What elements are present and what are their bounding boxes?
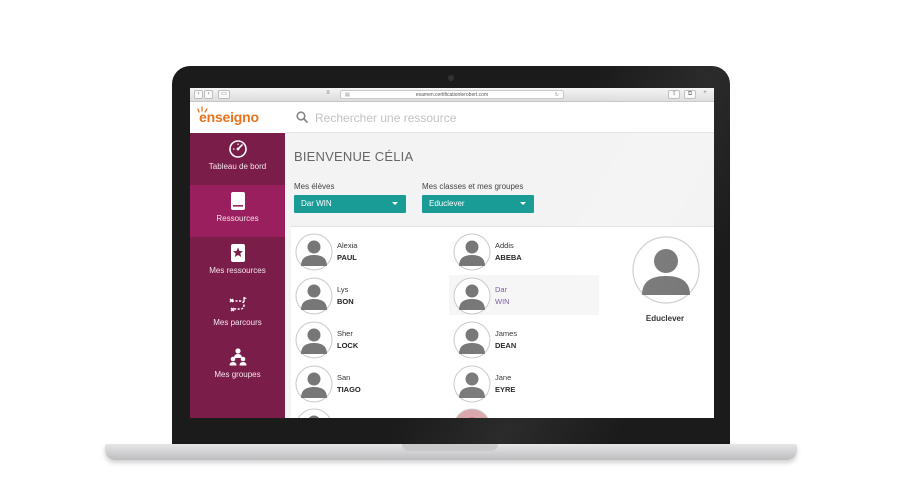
student-card[interactable]: Sher LOCK [291,319,441,359]
sidebar-item-label: Tableau de bord [208,162,267,171]
avatar-photo-icon [455,408,489,418]
avatar-placeholder-icon [453,277,491,315]
caret-down-icon [520,202,526,205]
search-input[interactable] [315,109,695,126]
sidebar-item-mes-parcours[interactable]: Mes parcours [190,289,285,341]
address-bar[interactable]: ▤ examen.certificationlerobert.com ↻ [340,90,564,99]
route-icon [229,297,247,312]
forward-arrow-icon[interactable]: › [204,90,213,99]
share-icon[interactable]: ⇧ [668,90,680,99]
tabs-icon[interactable]: ⧉ [684,90,696,99]
student-last-name: BON [337,297,354,306]
student-last-name: LOCK [337,341,359,350]
student-card[interactable]: Jane EYRE [449,363,599,403]
student-last-name: EYRE [495,385,516,394]
group-name: Educlever [645,314,685,323]
student-last-name: TIAGO [337,385,361,394]
group-panel[interactable]: Educlever [616,226,714,418]
sidebar: enseigno Tableau de bord Ressources Mes … [190,102,285,418]
screen: ‹ › ▭ ≡ ▤ examen.certificationlerobert.c… [190,88,714,418]
back-arrow-icon[interactable]: ‹ [194,90,203,99]
search-icon[interactable] [296,111,308,123]
group-icon [229,348,246,366]
sidebar-item-ressources[interactable]: Ressources [190,185,285,237]
student-card[interactable]: San TIAGO [291,363,441,403]
url-text: examen.certificationlerobert.com [415,92,489,98]
reload-icon[interactable]: ↻ [555,91,559,99]
student-first-name: James [495,329,518,338]
logo: enseigno [199,109,259,125]
logo-area[interactable]: enseigno [190,102,285,133]
main-content: BIENVENUE CÉLIA Mes élèves Dar WIN Mes c… [285,133,714,418]
students-select-value: Dar WIN [301,199,332,208]
avatar-placeholder-icon [295,365,333,403]
student-first-name: Dar [495,285,508,294]
classes-select-value: Educlever [429,199,465,208]
student-card[interactable]: Addis ABEBA [449,231,599,271]
sidebar-item-mes-groupes[interactable]: Mes groupes [190,341,285,393]
avatar-placeholder-icon [453,233,491,271]
avatar-placeholder-icon [295,233,333,271]
student-first-name: Addis [495,241,514,250]
avatar-placeholder-icon [295,321,333,359]
sidebar-item-tableau-de-bord[interactable]: Tableau de bord [190,133,285,185]
students-list: Alexia PAUL Addis ABEBA Lys BON Dar WIN … [291,226,616,418]
browser-toolbar: ‹ › ▭ ≡ ▤ examen.certificationlerobert.c… [190,88,714,102]
student-first-name: Alexia [337,241,358,250]
avatar-placeholder-icon [297,408,331,418]
sidebar-item-label: Mes ressources [209,266,266,275]
menu-lines-icon[interactable]: ≡ [322,90,334,99]
sidebar-toggle-icon[interactable]: ▭ [218,90,230,99]
students-select[interactable]: Dar WIN [294,195,406,213]
student-card-selected[interactable]: Dar WIN [449,275,599,315]
avatar-placeholder-icon [453,365,491,403]
group-avatar-icon [632,236,700,304]
student-last-name: PAUL [337,253,357,262]
reader-icon: ▤ [345,92,350,98]
starred-book-icon [230,244,245,262]
sidebar-item-mes-ressources[interactable]: Mes ressources [190,237,285,289]
student-card[interactable]: James DEAN [449,319,599,359]
student-first-name: Sher [337,329,353,338]
student-card[interactable]: Lys BON [291,275,441,315]
caret-down-icon [392,202,398,205]
sidebar-item-label: Mes parcours [213,318,262,327]
classes-select[interactable]: Educlever [422,195,534,213]
student-last-name: DEAN [495,341,517,350]
page-title: BIENVENUE CÉLIA [294,149,414,164]
sidebar-item-label: Mes groupes [214,370,261,379]
avatar-placeholder-icon [295,277,333,315]
avatar-placeholder-icon [453,321,491,359]
classes-select-label: Mes classes et mes groupes [422,182,524,191]
student-card[interactable]: Alexia PAUL [291,231,441,271]
laptop-notch [402,444,498,451]
sidebar-item-label: Ressources [216,214,259,223]
student-first-name: Lys [337,285,349,294]
book-icon [230,192,245,210]
students-select-label: Mes élèves [294,182,335,191]
student-last-name: ABEBA [495,253,522,262]
webcam-icon [448,75,454,81]
student-first-name: Jane [495,373,512,382]
student-first-name: San [337,373,351,382]
student-last-name: WIN [495,297,510,306]
new-tab-icon[interactable]: + [700,90,710,99]
search-bar [285,102,714,133]
dashboard-gauge-icon [228,140,247,158]
